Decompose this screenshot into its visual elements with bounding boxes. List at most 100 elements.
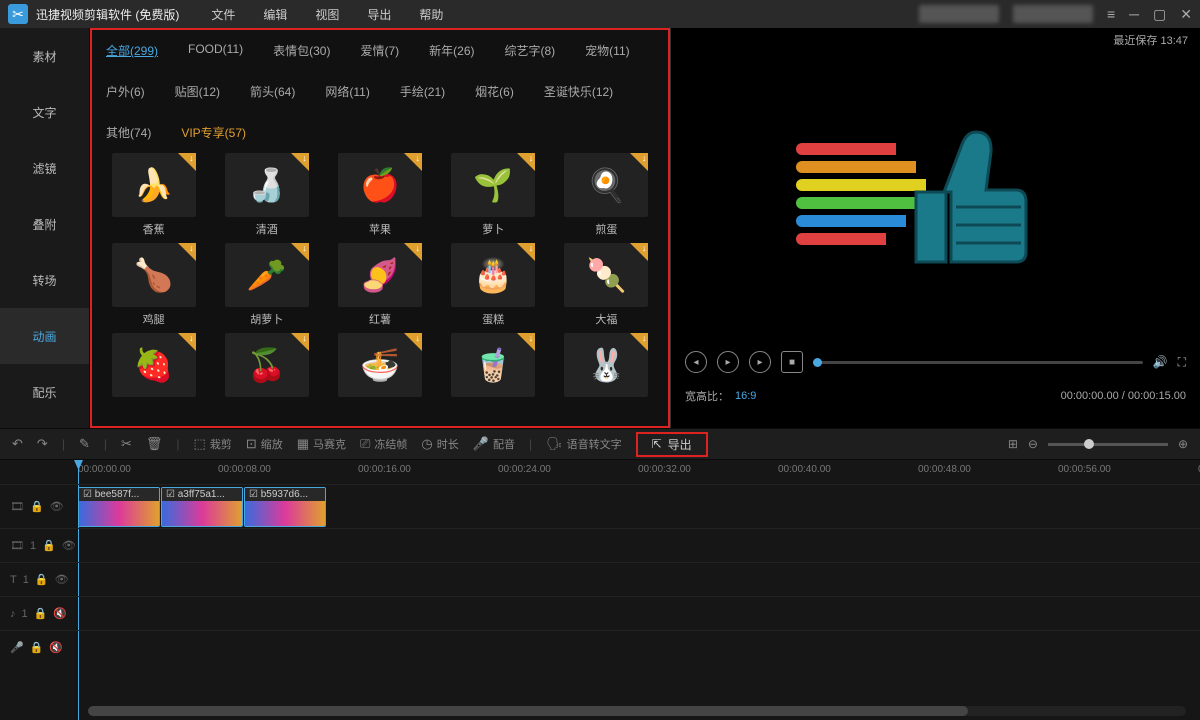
asset-thumb[interactable]: ↓🍎: [338, 153, 422, 217]
video-track-body[interactable]: ☑ bee587f...☑ a3ff75a1...☑ b5937d6...: [78, 485, 1200, 528]
export-button[interactable]: ⇱导出: [636, 432, 708, 457]
text-track[interactable]: T1🔒👁: [0, 562, 1200, 596]
cat-handdrawn[interactable]: 手绘(21): [400, 83, 445, 100]
cat-vip[interactable]: VIP专享(57): [181, 124, 246, 141]
download-icon[interactable]: ↓: [642, 333, 647, 343]
asset-card[interactable]: ↓🍗鸡腿: [102, 243, 205, 327]
rail-text[interactable]: 文字: [0, 84, 89, 140]
maximize-icon[interactable]: ▢: [1153, 6, 1166, 23]
lock-icon[interactable]: 🔒: [42, 539, 56, 552]
download-icon[interactable]: ↓: [189, 243, 194, 253]
asset-card[interactable]: ↓🍡大福: [555, 243, 658, 327]
cat-xmas[interactable]: 圣诞快乐(12): [544, 83, 613, 100]
eye-icon[interactable]: 👁: [55, 573, 69, 586]
cat-other[interactable]: 其他(74): [106, 124, 151, 141]
mosaic-button[interactable]: ▦马赛克: [297, 436, 346, 452]
asset-thumb[interactable]: ↓🍳: [564, 153, 648, 217]
track-body[interactable]: [78, 563, 1200, 596]
asset-card[interactable]: ↓🍒: [215, 333, 318, 401]
download-icon[interactable]: ↓: [189, 333, 194, 343]
asset-thumb[interactable]: ↓🍜: [338, 333, 422, 397]
next-frame-button[interactable]: ▸: [749, 351, 771, 373]
asset-thumb[interactable]: ↓🍒: [225, 333, 309, 397]
cat-newyear[interactable]: 新年(26): [429, 42, 474, 59]
asset-card[interactable]: ↓🧋: [442, 333, 545, 401]
menu-view[interactable]: 视图: [315, 6, 339, 23]
timeline-clip[interactable]: ☑ a3ff75a1...: [161, 487, 243, 527]
zoom-out-icon[interactable]: ⊖: [1028, 437, 1038, 451]
asset-card[interactable]: ↓🍎苹果: [328, 153, 431, 237]
cat-love[interactable]: 爱情(7): [360, 42, 399, 59]
zoom-handle[interactable]: [1084, 439, 1094, 449]
cat-all[interactable]: 全部(299): [106, 42, 158, 59]
mute-icon[interactable]: 🔇: [53, 607, 67, 620]
volume-icon[interactable]: 🔊: [1153, 355, 1168, 369]
rail-music[interactable]: 配乐: [0, 364, 89, 420]
download-icon[interactable]: ↓: [415, 333, 420, 343]
timeline-clip[interactable]: ☑ bee587f...: [78, 487, 160, 527]
dub-button[interactable]: 🎤配音: [473, 436, 515, 452]
cut-button[interactable]: ✂: [121, 436, 132, 452]
rail-filter[interactable]: 滤镜: [0, 140, 89, 196]
redo-button[interactable]: ↷: [37, 436, 48, 452]
rail-material[interactable]: 素材: [0, 28, 89, 84]
download-icon[interactable]: ↓: [529, 333, 534, 343]
download-icon[interactable]: ↓: [302, 153, 307, 163]
fullscreen-icon[interactable]: ⛶: [1178, 355, 1186, 370]
timeline-clip[interactable]: ☑ b5937d6...: [244, 487, 326, 527]
rail-transition[interactable]: 转场: [0, 252, 89, 308]
scrollbar-thumb[interactable]: [88, 706, 968, 716]
timeline-scrollbar[interactable]: [88, 706, 1186, 716]
download-icon[interactable]: ↓: [529, 153, 534, 163]
text-icon[interactable]: T: [10, 574, 17, 586]
asset-card[interactable]: ↓🎂蛋糕: [442, 243, 545, 327]
video-track-1[interactable]: 🎞 🔒 👁 ☑ bee587f...☑ a3ff75a1...☑ b5937d6..…: [0, 484, 1200, 528]
lock-icon[interactable]: 🔒: [30, 641, 44, 654]
asset-card[interactable]: ↓🍳煎蛋: [555, 153, 658, 237]
cat-variety[interactable]: 综艺字(8): [505, 42, 556, 59]
track-body[interactable]: [78, 529, 1200, 562]
track-body[interactable]: [78, 597, 1200, 630]
asset-thumb[interactable]: ↓🍡: [564, 243, 648, 307]
hamburger-icon[interactable]: ≡: [1107, 6, 1115, 22]
eye-icon[interactable]: 👁: [50, 500, 64, 513]
asset-card[interactable]: ↓🌱萝卜: [442, 153, 545, 237]
cat-outdoor[interactable]: 户外(6): [106, 83, 145, 100]
asset-thumb[interactable]: ↓🌱: [451, 153, 535, 217]
download-icon[interactable]: ↓: [529, 243, 534, 253]
stt-button[interactable]: 🗣语音转文字: [546, 436, 622, 452]
crop-button[interactable]: ⬚栽剪: [194, 436, 232, 452]
rail-overlay[interactable]: 叠附: [0, 196, 89, 252]
asset-thumb[interactable]: ↓🧋: [451, 333, 535, 397]
freeze-button[interactable]: ⎚冻结帧: [360, 436, 407, 452]
mute-icon[interactable]: 🔇: [49, 641, 63, 654]
lock-icon[interactable]: 🔒: [35, 573, 49, 586]
aspect-value[interactable]: 16:9: [735, 390, 756, 402]
asset-card[interactable]: ↓🐰: [555, 333, 658, 401]
mic-track[interactable]: 🎤 🔒 🔇: [0, 630, 1200, 664]
menu-file[interactable]: 文件: [211, 6, 235, 23]
download-icon[interactable]: ↓: [415, 243, 420, 253]
eye-icon[interactable]: 👁: [62, 539, 76, 552]
progress-handle[interactable]: [813, 358, 822, 367]
asset-thumb[interactable]: ↓🍗: [112, 243, 196, 307]
film-icon[interactable]: 🎞: [10, 500, 24, 513]
download-icon[interactable]: ↓: [642, 153, 647, 163]
asset-thumb[interactable]: ↓🍠: [338, 243, 422, 307]
asset-thumb[interactable]: ↓🐰: [564, 333, 648, 397]
preview-canvas[interactable]: [671, 52, 1200, 342]
mic-icon[interactable]: 🎤: [10, 641, 24, 654]
asset-thumb[interactable]: ↓🥕: [225, 243, 309, 307]
asset-thumb[interactable]: ↓🍶: [225, 153, 309, 217]
edit-button[interactable]: ✎: [79, 436, 90, 452]
prev-frame-button[interactable]: ◂: [685, 351, 707, 373]
fit-icon[interactable]: ⊞: [1008, 437, 1018, 451]
cat-firework[interactable]: 烟花(6): [475, 83, 514, 100]
music-icon[interactable]: ♪: [10, 608, 16, 620]
download-icon[interactable]: ↓: [189, 153, 194, 163]
asset-card[interactable]: ↓🍓: [102, 333, 205, 401]
lock-icon[interactable]: 🔒: [30, 500, 44, 513]
time-ruler[interactable]: 00:00:00.0000:00:08.0000:00:16.0000:00:2…: [78, 460, 1200, 484]
asset-thumb[interactable]: ↓🍌: [112, 153, 196, 217]
asset-card[interactable]: ↓🍶清酒: [215, 153, 318, 237]
